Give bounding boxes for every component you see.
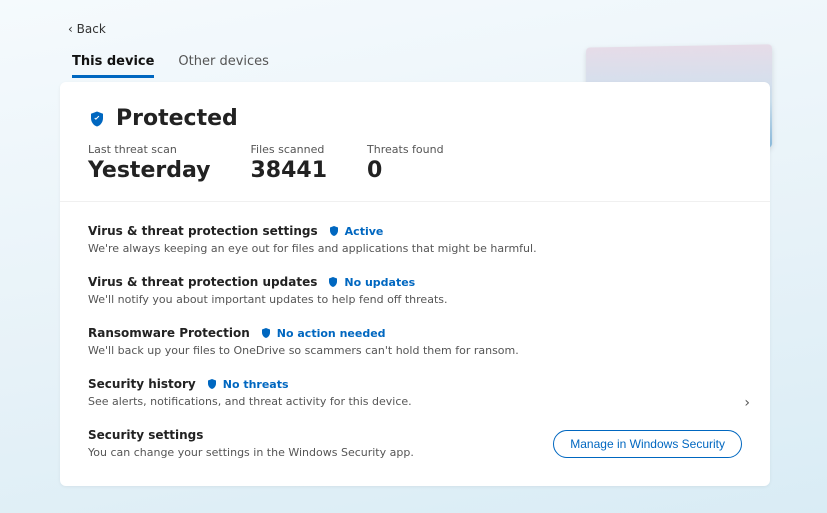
badge-text: No updates bbox=[344, 276, 415, 289]
shield-icon bbox=[260, 327, 272, 339]
section-ransomware: Ransomware Protection No action needed W… bbox=[88, 316, 742, 367]
stat-value: 0 bbox=[367, 158, 444, 183]
chevron-right-icon[interactable]: › bbox=[744, 395, 750, 411]
section-desc: You can change your settings in the Wind… bbox=[88, 446, 414, 459]
section-desc: See alerts, notifications, and threat ac… bbox=[88, 395, 742, 408]
back-label: Back bbox=[77, 22, 106, 36]
section-title: Security settings bbox=[88, 428, 203, 442]
section-title: Ransomware Protection bbox=[88, 326, 250, 340]
tab-this-device[interactable]: This device bbox=[72, 54, 154, 78]
stat-last-scan: Last threat scan Yesterday bbox=[88, 143, 210, 183]
shield-icon bbox=[327, 276, 339, 288]
stat-value: 38441 bbox=[250, 158, 327, 183]
shield-icon bbox=[88, 110, 106, 128]
stat-threats-found: Threats found 0 bbox=[367, 143, 444, 183]
section-title: Virus & threat protection updates bbox=[88, 275, 317, 289]
security-card: Protected Last threat scan Yesterday Fil… bbox=[60, 82, 770, 486]
status-title: Protected bbox=[116, 106, 238, 131]
manage-windows-security-button[interactable]: Manage in Windows Security bbox=[553, 430, 742, 458]
badge-text: No action needed bbox=[277, 327, 386, 340]
section-desc: We're always keeping an eye out for file… bbox=[88, 242, 742, 255]
stat-files-scanned: Files scanned 38441 bbox=[250, 143, 327, 183]
stat-value: Yesterday bbox=[88, 158, 210, 183]
status-hero: Protected Last threat scan Yesterday Fil… bbox=[60, 82, 770, 202]
status-badge: No action needed bbox=[260, 327, 386, 340]
chevron-left-icon: ‹ bbox=[68, 22, 73, 36]
section-title: Virus & threat protection settings bbox=[88, 224, 318, 238]
section-virus-updates: Virus & threat protection updates No upd… bbox=[88, 265, 742, 316]
status-badge: No threats bbox=[206, 378, 289, 391]
status-stats: Last threat scan Yesterday Files scanned… bbox=[88, 143, 742, 183]
status-badge: No updates bbox=[327, 276, 415, 289]
section-virus-settings: Virus & threat protection settings Activ… bbox=[88, 214, 742, 265]
footer-row: Security settings You can change your se… bbox=[60, 418, 770, 477]
back-button[interactable]: ‹ Back bbox=[68, 22, 106, 36]
section-desc: We'll back up your files to OneDrive so … bbox=[88, 344, 742, 357]
badge-text: No threats bbox=[223, 378, 289, 391]
device-tabs: This device Other devices bbox=[72, 54, 269, 78]
status-badge: Active bbox=[328, 225, 384, 238]
shield-icon bbox=[328, 225, 340, 237]
stat-label: Threats found bbox=[367, 143, 444, 156]
shield-icon bbox=[206, 378, 218, 390]
stat-label: Files scanned bbox=[250, 143, 327, 156]
stat-label: Last threat scan bbox=[88, 143, 210, 156]
badge-text: Active bbox=[345, 225, 384, 238]
section-security-history[interactable]: Security history No threats See alerts, … bbox=[88, 367, 742, 418]
section-security-settings: Security settings You can change your se… bbox=[88, 428, 414, 459]
section-desc: We'll notify you about important updates… bbox=[88, 293, 742, 306]
tab-other-devices[interactable]: Other devices bbox=[178, 54, 269, 78]
sections: Virus & threat protection settings Activ… bbox=[60, 202, 770, 418]
section-title: Security history bbox=[88, 377, 196, 391]
